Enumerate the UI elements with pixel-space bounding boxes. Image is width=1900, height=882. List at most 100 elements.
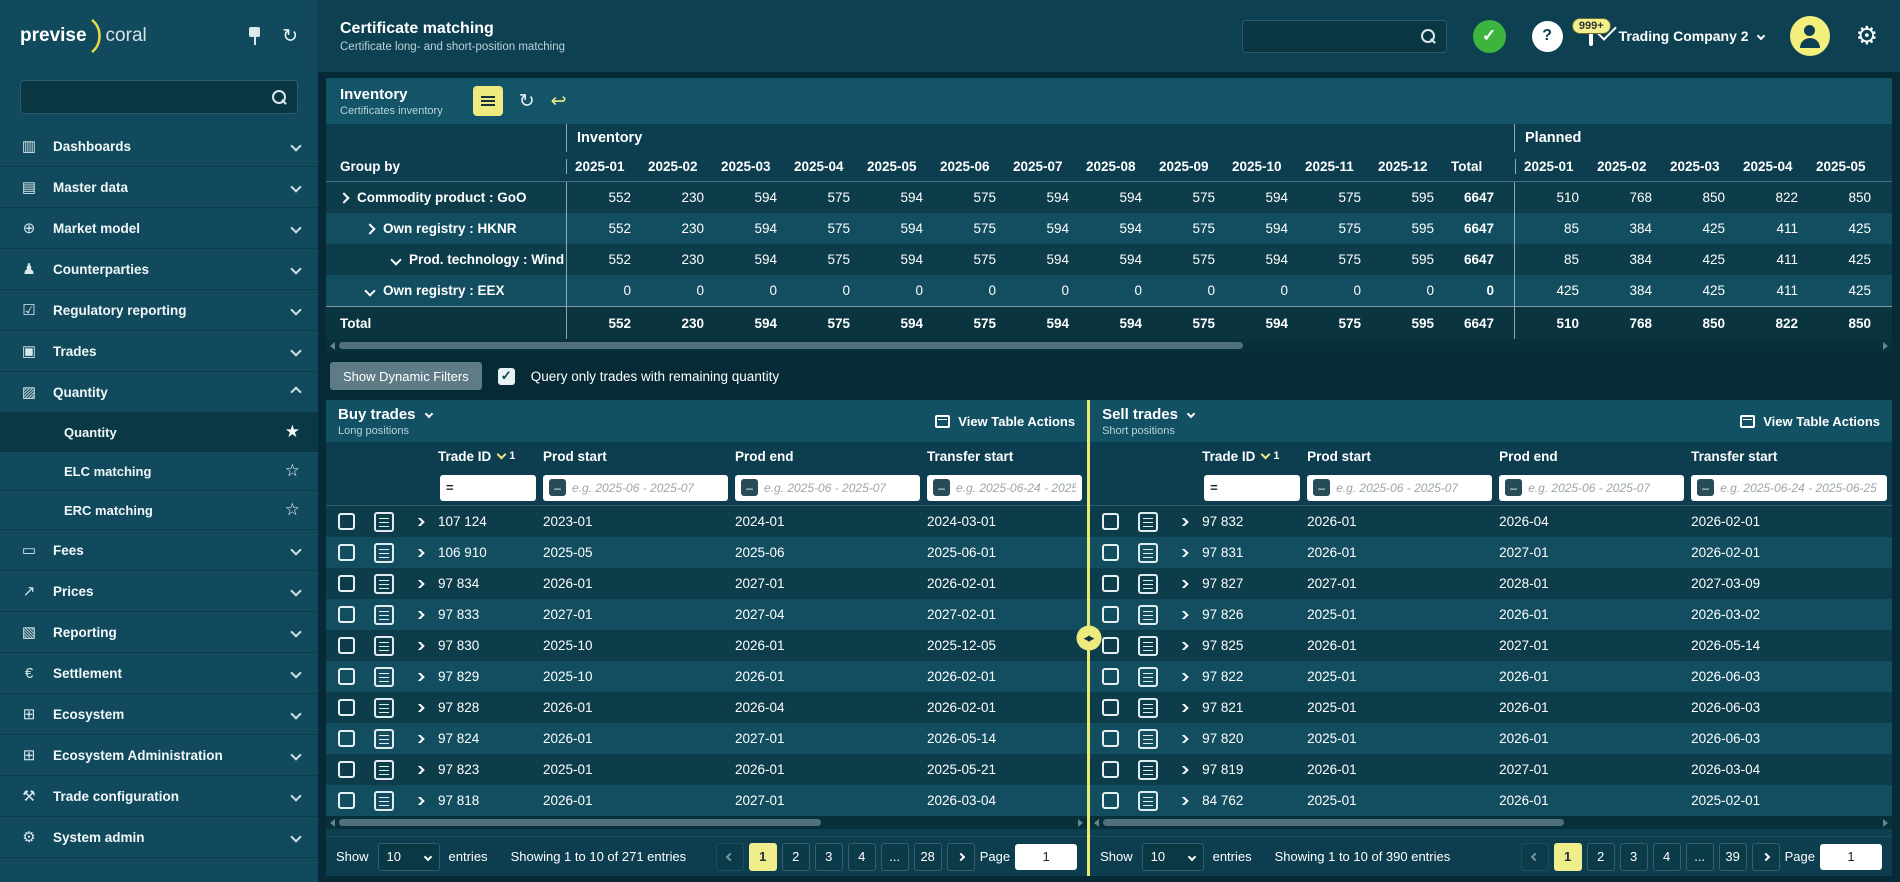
column-prod-start[interactable]: Prod start <box>1305 449 1497 464</box>
resize-handle-icon[interactable]: ◂▸ <box>1076 626 1101 651</box>
scrollbar-thumb[interactable] <box>339 819 821 826</box>
page-button[interactable]: 1 <box>1554 843 1582 871</box>
sidebar-subitem[interactable]: ELC matching ☆ <box>0 452 318 491</box>
row-expand-icon[interactable] <box>1177 735 1188 743</box>
row-checkbox[interactable] <box>1102 606 1119 623</box>
sidebar-item[interactable]: ⚙ System admin <box>0 817 318 858</box>
view-table-actions-button[interactable]: View Table Actions <box>935 414 1075 429</box>
row-expand-icon[interactable] <box>413 673 424 681</box>
row-checkbox[interactable] <box>1102 513 1119 530</box>
global-search-input[interactable] <box>1253 29 1421 44</box>
page-button[interactable]: 28 <box>914 843 942 871</box>
refresh-icon[interactable]: ↻ <box>519 92 535 111</box>
sidebar-item[interactable]: ↗ Prices <box>0 571 318 612</box>
scroll-left-icon[interactable] <box>1094 819 1099 827</box>
prod-start-filter-input[interactable]: –e.g. 2025-06 - 2025-07 <box>1307 475 1492 501</box>
table-row[interactable]: 97 829 2025-10 2026-01 2026-02-01 <box>326 661 1087 692</box>
inventory-menu-button[interactable] <box>473 86 503 116</box>
inventory-group-row[interactable]: Own registry : HKNR 552 230 594 575 594 … <box>326 213 1892 244</box>
row-expand-icon[interactable] <box>413 580 424 588</box>
inventory-month-header[interactable]: 2025-05 <box>859 159 932 174</box>
planned-month-header[interactable]: 2025-02 <box>1589 159 1662 174</box>
row-details-icon[interactable] <box>374 729 394 749</box>
inventory-month-header[interactable]: 2025-09 <box>1151 159 1224 174</box>
page-size-select[interactable]: 10 <box>378 843 440 871</box>
page-button[interactable]: 3 <box>815 843 843 871</box>
column-prod-start[interactable]: Prod start <box>541 449 733 464</box>
inventory-group-row[interactable]: Prod. technology : Wind 552 230 594 575 … <box>326 244 1892 275</box>
row-expand-icon[interactable] <box>413 518 424 526</box>
scroll-right-icon[interactable] <box>1883 819 1888 827</box>
trade-id-filter-input[interactable]: = <box>440 475 536 501</box>
row-details-icon[interactable] <box>1138 636 1158 656</box>
row-details-icon[interactable] <box>1138 760 1158 780</box>
table-row[interactable]: 97 831 2026-01 2027-01 2026-02-01 <box>1090 537 1892 568</box>
inventory-group-row[interactable]: Commodity product : GoO 552 230 594 575 … <box>326 182 1892 213</box>
row-details-icon[interactable] <box>374 667 394 687</box>
row-checkbox[interactable] <box>1102 575 1119 592</box>
remaining-quantity-checkbox[interactable]: ✓ <box>498 368 515 385</box>
prev-page-button[interactable] <box>1521 843 1549 871</box>
column-prod-end[interactable]: Prod end <box>733 449 925 464</box>
column-trade-id[interactable]: Trade ID 1 <box>1200 449 1305 464</box>
row-expand-icon[interactable] <box>1177 704 1188 712</box>
row-details-icon[interactable] <box>1138 543 1158 563</box>
show-dynamic-filters-button[interactable]: Show Dynamic Filters <box>330 362 482 390</box>
table-row[interactable]: 107 124 2023-01 2024-01 2024-03-01 <box>326 506 1087 537</box>
total-column-header[interactable]: Total <box>1443 159 1503 174</box>
row-checkbox[interactable] <box>338 575 355 592</box>
settings-gear-icon[interactable]: ⚙ <box>1856 24 1878 49</box>
row-checkbox[interactable] <box>1102 730 1119 747</box>
table-row[interactable]: 97 830 2025-10 2026-01 2025-12-05 <box>326 630 1087 661</box>
page-button[interactable]: 4 <box>848 843 876 871</box>
sidebar-item[interactable]: ▣ Trades <box>0 331 318 372</box>
sidebar-item[interactable]: ♟ Counterparties <box>0 249 318 290</box>
row-checkbox[interactable] <box>1102 792 1119 809</box>
inventory-month-header[interactable]: 2025-03 <box>713 159 786 174</box>
table-row[interactable]: 97 833 2027-01 2027-04 2027-02-01 <box>326 599 1087 630</box>
next-page-button[interactable] <box>947 843 975 871</box>
row-checkbox[interactable] <box>338 761 355 778</box>
table-row[interactable]: 97 826 2025-01 2026-01 2026-03-02 <box>1090 599 1892 630</box>
inventory-month-header[interactable]: 2025-02 <box>640 159 713 174</box>
next-page-button[interactable] <box>1752 843 1780 871</box>
page-button[interactable]: 2 <box>782 843 810 871</box>
favorite-star-icon[interactable]: ☆ <box>285 500 300 520</box>
planned-month-header[interactable]: 2025-03 <box>1662 159 1735 174</box>
sidebar-item-quantity[interactable]: ▨ Quantity <box>0 372 318 413</box>
row-details-icon[interactable] <box>1138 667 1158 687</box>
table-row[interactable]: 97 828 2026-01 2026-04 2026-02-01 <box>326 692 1087 723</box>
row-expand-icon[interactable] <box>413 549 424 557</box>
planned-month-header[interactable]: 2025-01 <box>1516 159 1589 174</box>
prod-end-filter-input[interactable]: –e.g. 2025-06 - 2025-07 <box>1499 475 1684 501</box>
row-checkbox[interactable] <box>338 544 355 561</box>
inventory-month-header[interactable]: 2025-12 <box>1370 159 1443 174</box>
row-expand-icon[interactable] <box>1177 580 1188 588</box>
row-details-icon[interactable] <box>374 605 394 625</box>
row-checkbox[interactable] <box>1102 761 1119 778</box>
inventory-month-header[interactable]: 2025-10 <box>1224 159 1297 174</box>
row-checkbox[interactable] <box>338 699 355 716</box>
row-details-icon[interactable] <box>374 543 394 563</box>
inventory-month-header[interactable]: 2025-01 <box>567 159 640 174</box>
prev-page-button[interactable] <box>716 843 744 871</box>
help-icon[interactable]: ? <box>1532 21 1563 52</box>
row-checkbox[interactable] <box>1102 637 1119 654</box>
page-number-input[interactable] <box>1015 844 1077 870</box>
panel-resize-divider[interactable]: ◂▸ <box>1087 400 1090 876</box>
group-expand-icon[interactable] <box>364 223 375 234</box>
table-row[interactable]: 106 910 2025-05 2025-06 2025-06-01 <box>326 537 1087 568</box>
row-details-icon[interactable] <box>1138 791 1158 811</box>
row-details-icon[interactable] <box>374 698 394 718</box>
column-prod-end[interactable]: Prod end <box>1497 449 1689 464</box>
table-row[interactable]: 97 818 2026-01 2027-01 2026-03-04 <box>326 785 1087 816</box>
row-details-icon[interactable] <box>374 512 394 532</box>
table-row[interactable]: 97 825 2026-01 2027-01 2026-05-14 <box>1090 630 1892 661</box>
group-expand-icon[interactable] <box>364 285 375 296</box>
row-details-icon[interactable] <box>374 574 394 594</box>
group-expand-icon[interactable] <box>338 192 349 203</box>
page-button[interactable]: 4 <box>1653 843 1681 871</box>
inventory-month-header[interactable]: 2025-04 <box>786 159 859 174</box>
table-row[interactable]: 84 762 2025-01 2026-01 2025-02-01 <box>1090 785 1892 816</box>
row-checkbox[interactable] <box>338 637 355 654</box>
